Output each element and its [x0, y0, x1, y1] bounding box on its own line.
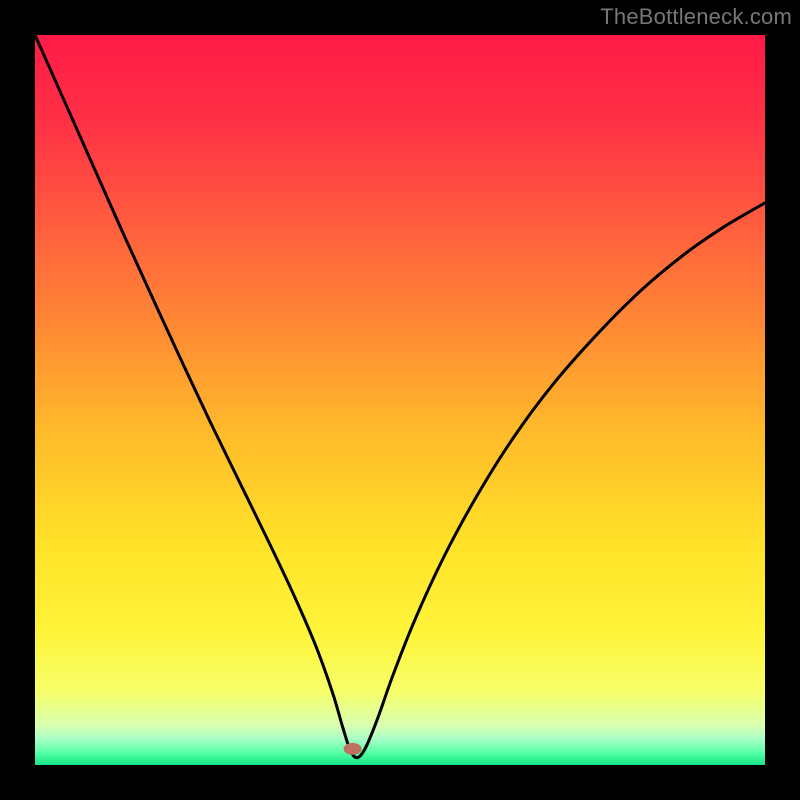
chart-frame: TheBottleneck.com: [0, 0, 800, 800]
chart-svg: [35, 35, 765, 765]
plot-area: [35, 35, 765, 765]
optimal-marker: [344, 743, 362, 755]
watermark-text: TheBottleneck.com: [600, 4, 792, 30]
